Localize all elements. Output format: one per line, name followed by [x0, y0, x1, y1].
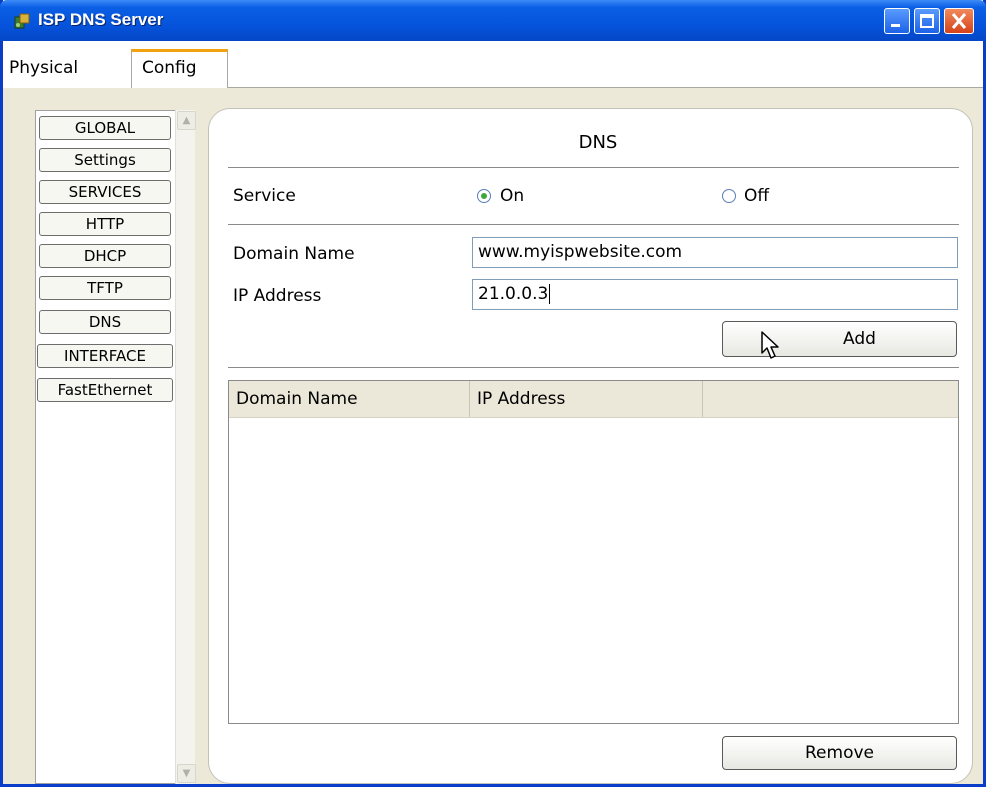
window-title: ISP DNS Server [38, 10, 164, 29]
divider [228, 367, 959, 368]
domain-name-input[interactable]: www.myispwebsite.com [472, 237, 958, 268]
title-bar[interactable]: ISP DNS Server [0, 0, 986, 41]
close-icon [951, 13, 967, 29]
remove-button[interactable]: Remove [722, 736, 957, 770]
divider [228, 224, 959, 225]
sidebar-scrollbar[interactable]: ▲ ▼ [175, 110, 196, 784]
config-sidebar: GLOBAL Settings SERVICES HTTP DHCP TFTP … [35, 110, 176, 784]
domain-name-value: www.myispwebsite.com [478, 242, 683, 262]
mouse-pointer-icon [761, 331, 779, 359]
service-label: Service [233, 186, 296, 206]
service-on-label[interactable]: On [500, 186, 524, 206]
sidebar-item-tftp[interactable]: TFTP [39, 276, 171, 300]
sidebar-item-interface[interactable]: INTERFACE [37, 344, 173, 368]
panel-title: DNS [578, 132, 618, 153]
domain-name-label: Domain Name [233, 244, 355, 264]
maximize-button[interactable] [914, 8, 940, 34]
tab-strip: Physical Config [3, 41, 983, 88]
service-off-label[interactable]: Off [744, 186, 769, 206]
tab-divider [228, 87, 983, 88]
scroll-up-icon[interactable]: ▲ [177, 111, 196, 130]
column-header-ip-address[interactable]: IP Address [470, 381, 703, 417]
server-app-icon [14, 13, 30, 29]
table-header: Domain Name IP Address [229, 381, 958, 418]
add-button[interactable]: Add [722, 321, 957, 357]
minimize-icon [891, 24, 900, 27]
app-window: ISP DNS Server Physical Config GLOBAL Se… [0, 0, 986, 787]
ip-address-input[interactable]: 21.0.0.3 [472, 279, 958, 310]
close-button[interactable] [944, 8, 974, 34]
column-header-domain-name[interactable]: Domain Name [229, 381, 470, 417]
minimize-button[interactable] [884, 8, 910, 34]
ip-address-label: IP Address [233, 286, 322, 306]
dns-records-table[interactable]: Domain Name IP Address [228, 380, 959, 724]
ip-address-value: 21.0.0.3 [478, 284, 549, 304]
sidebar-item-dhcp[interactable]: DHCP [39, 244, 171, 268]
divider [228, 167, 959, 168]
tab-config[interactable]: Config [131, 49, 228, 88]
maximize-icon [920, 14, 934, 28]
sidebar-item-dns[interactable]: DNS [39, 310, 171, 334]
text-cursor [549, 284, 551, 304]
sidebar-item-fastethernet[interactable]: FastEthernet [37, 378, 173, 402]
tab-physical[interactable]: Physical [3, 49, 131, 88]
sidebar-item-http[interactable]: HTTP [39, 212, 171, 236]
sidebar-item-services[interactable]: SERVICES [39, 180, 171, 204]
service-on-radio[interactable] [477, 189, 491, 203]
scroll-down-icon[interactable]: ▼ [177, 764, 196, 783]
service-off-radio[interactable] [722, 189, 736, 203]
